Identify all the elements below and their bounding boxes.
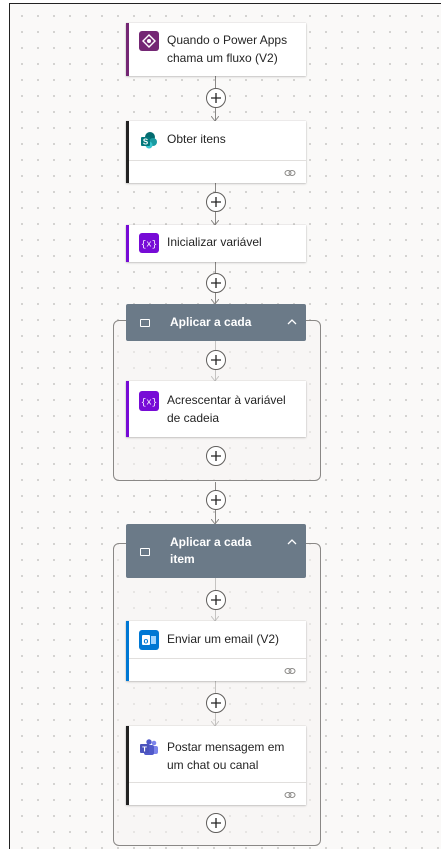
card-footer	[129, 658, 306, 681]
plus-icon	[211, 278, 221, 288]
svg-text:{x}: {x}	[141, 398, 157, 408]
plus-icon	[211, 595, 221, 605]
chevron-up-icon[interactable]	[286, 316, 298, 328]
action-card-post-message-teams[interactable]: T Postar mensagem em um chat ou canal	[126, 726, 306, 805]
svg-text:S: S	[143, 138, 149, 147]
card-footer	[129, 782, 306, 805]
plus-icon	[211, 197, 221, 207]
add-step-button[interactable]	[206, 446, 226, 466]
svg-text:{x}: {x}	[141, 240, 157, 250]
chevron-up-icon[interactable]	[286, 536, 298, 548]
add-step-button[interactable]	[206, 192, 226, 212]
variable-icon: {x}	[139, 391, 159, 411]
plus-icon	[211, 698, 221, 708]
trigger-card-power-apps[interactable]: Quando o Power Apps chama um fluxo (V2)	[126, 23, 306, 76]
action-card-send-email[interactable]: o Enviar um email (V2)	[126, 621, 306, 681]
card-title: Inicializar variável	[167, 235, 262, 249]
svg-text:o: o	[144, 637, 149, 646]
card-title: Enviar um email (V2)	[167, 632, 280, 646]
card-title: Acrescentar à variável de cadeia	[167, 393, 286, 425]
link-icon[interactable]	[284, 168, 296, 178]
outlook-icon: o	[139, 630, 159, 650]
add-step-button[interactable]	[206, 693, 226, 713]
sharepoint-icon: S	[139, 130, 159, 150]
action-card-get-items[interactable]: S Obter itens	[126, 121, 306, 183]
add-step-button[interactable]	[206, 350, 226, 370]
plus-icon	[211, 495, 221, 505]
action-card-initialize-variable[interactable]: {x} Inicializar variável	[126, 225, 306, 262]
teams-icon: T	[139, 738, 159, 758]
add-step-button[interactable]	[206, 813, 226, 833]
add-step-button[interactable]	[206, 273, 226, 293]
variable-icon: {x}	[139, 233, 159, 253]
card-title: Postar mensagem em um chat ou canal	[167, 740, 285, 772]
add-step-button[interactable]	[206, 490, 226, 510]
link-icon[interactable]	[284, 666, 296, 676]
plus-icon	[211, 818, 221, 828]
card-title: Quando o Power Apps chama um fluxo (V2)	[167, 33, 288, 65]
loop-icon	[140, 319, 150, 327]
apply-to-each-header[interactable]: Aplicar a cada	[126, 304, 306, 341]
apply-to-each-item-header[interactable]: Aplicar a cada item	[126, 524, 306, 578]
plus-icon	[211, 93, 221, 103]
plus-icon	[211, 451, 221, 461]
add-step-button[interactable]	[206, 88, 226, 108]
action-card-append-to-string-variable[interactable]: {x} Acrescentar à variável de cadeia	[126, 381, 306, 437]
add-step-button[interactable]	[206, 590, 226, 610]
plus-icon	[211, 355, 221, 365]
power-apps-icon	[139, 31, 159, 51]
link-icon[interactable]	[284, 790, 296, 800]
card-footer	[129, 160, 306, 183]
scope-title: Aplicar a cada item	[170, 535, 252, 566]
card-title: Obter itens	[167, 132, 226, 146]
svg-text:T: T	[142, 745, 147, 754]
loop-icon	[140, 548, 150, 556]
scope-title: Aplicar a cada	[170, 315, 252, 329]
